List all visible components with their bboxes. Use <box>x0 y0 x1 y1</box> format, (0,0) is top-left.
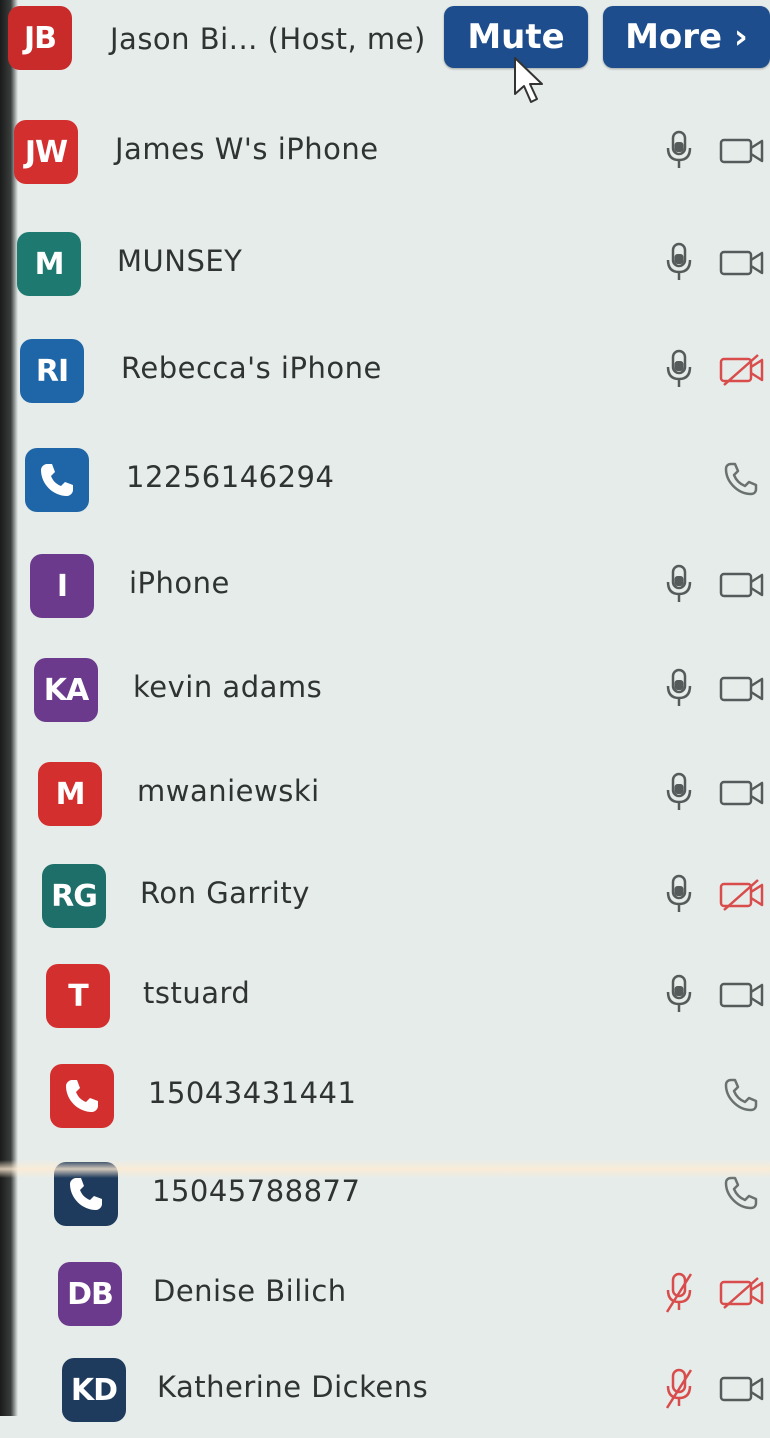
participant-name: James W's iPhone <box>115 132 379 166</box>
microphone-icon[interactable] <box>663 974 695 1016</box>
participant-row[interactable]: Mmwaniewski <box>0 746 770 842</box>
participant-row[interactable]: 15043431441 <box>0 1048 770 1144</box>
more-button[interactable]: More › <box>603 6 770 68</box>
avatar: DB <box>58 1262 122 1326</box>
microphone-icon[interactable] <box>663 772 695 814</box>
microphone-icon[interactable] <box>663 874 695 916</box>
video-camera-icon[interactable] <box>718 568 766 602</box>
participant-name: 15045788877 <box>152 1174 361 1208</box>
participant-name: iPhone <box>129 566 230 600</box>
participant-name: Jason Bi... (Host, me) <box>110 22 426 56</box>
participant-row[interactable]: Ttstuard <box>0 948 770 1044</box>
participant-name: Denise Bilich <box>153 1274 347 1308</box>
participant-name: Rebecca's iPhone <box>121 351 382 385</box>
phone-avatar <box>25 448 89 512</box>
avatar: I <box>30 554 94 618</box>
video-camera-off-icon[interactable] <box>718 353 766 387</box>
avatar: JW <box>14 120 78 184</box>
participant-row[interactable]: KD Katherine Dickens <box>0 1342 770 1438</box>
participant-name: tstuard <box>143 976 251 1010</box>
participant-row[interactable]: JW James W's iPhone <box>0 104 770 200</box>
avatar: JB <box>8 6 72 70</box>
video-camera-icon[interactable] <box>718 672 766 706</box>
participant-name: 12256146294 <box>126 460 335 494</box>
microphone-muted-icon[interactable] <box>663 1368 695 1410</box>
avatar: M <box>17 232 81 296</box>
participant-name: mwaniewski <box>137 774 320 808</box>
avatar: KA <box>34 658 98 722</box>
video-camera-icon[interactable] <box>718 246 766 280</box>
participant-row[interactable]: 12256146294 <box>0 432 770 528</box>
phone-icon <box>722 1174 760 1212</box>
microphone-muted-icon[interactable] <box>663 1272 695 1314</box>
microphone-icon[interactable] <box>663 130 695 172</box>
avatar: T <box>46 964 110 1028</box>
phone-avatar <box>50 1064 114 1128</box>
participant-row[interactable]: M MUNSEY <box>0 216 770 312</box>
microphone-icon[interactable] <box>663 242 695 284</box>
participants-panel: JB Jason Bi... (Host, me) Mute More › JW… <box>0 0 770 1422</box>
photo-glare <box>0 1160 770 1178</box>
phone-icon <box>722 1076 760 1114</box>
avatar: RG <box>42 864 106 928</box>
avatar: RI <box>20 339 84 403</box>
video-camera-icon[interactable] <box>718 776 766 810</box>
microphone-icon[interactable] <box>663 349 695 391</box>
video-camera-off-icon[interactable] <box>718 1276 766 1310</box>
microphone-icon[interactable] <box>663 668 695 710</box>
video-camera-off-icon[interactable] <box>718 878 766 912</box>
participant-row[interactable]: RI Rebecca's iPhone <box>0 323 770 419</box>
participant-row[interactable]: DB Denise Bilich <box>0 1246 770 1342</box>
participant-row[interactable]: RG Ron Garrity <box>0 848 770 944</box>
participant-name: MUNSEY <box>117 244 243 278</box>
video-camera-icon[interactable] <box>718 134 766 168</box>
participant-row-host[interactable]: JB Jason Bi... (Host, me) Mute More › <box>0 0 770 103</box>
participant-row[interactable]: KA kevin adams <box>0 642 770 738</box>
phone-icon <box>722 460 760 498</box>
video-camera-icon[interactable] <box>718 978 766 1012</box>
participant-name: 15043431441 <box>148 1076 357 1110</box>
mouse-cursor-icon <box>514 57 543 103</box>
avatar: M <box>38 762 102 826</box>
avatar: KD <box>62 1358 126 1422</box>
participant-name: kevin adams <box>133 670 323 704</box>
microphone-icon[interactable] <box>663 564 695 606</box>
video-camera-icon[interactable] <box>718 1372 766 1406</box>
participant-row[interactable]: IiPhone <box>0 538 770 634</box>
participant-name: Ron Garrity <box>140 876 310 910</box>
participant-name: Katherine Dickens <box>157 1370 429 1404</box>
